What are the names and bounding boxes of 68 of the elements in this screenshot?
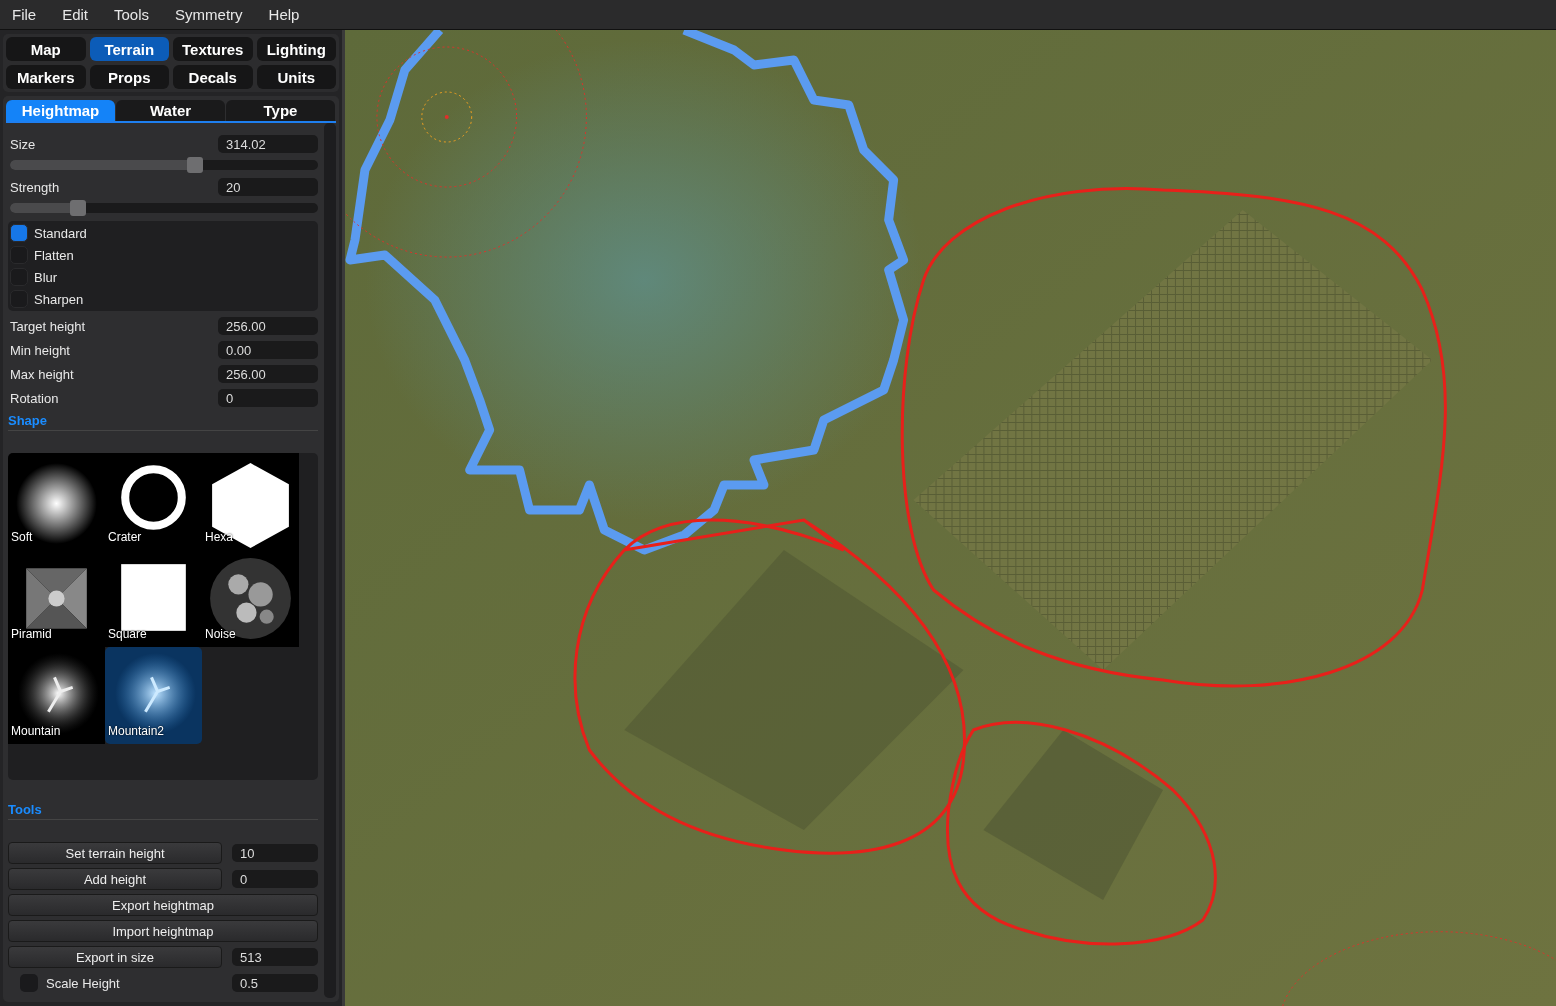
tool-button[interactable]: Export in size — [8, 946, 222, 969]
brush-tile[interactable]: Crater — [105, 453, 202, 550]
brush-label: Crater — [108, 530, 142, 544]
brush-tile[interactable]: Square — [105, 550, 202, 647]
sub-tab[interactable]: Water — [116, 100, 225, 121]
input-field[interactable]: 256.00 — [218, 365, 318, 383]
pyramid-brush-icon — [26, 568, 87, 629]
brush-label: Soft — [11, 530, 33, 544]
field-label: Size — [9, 136, 36, 152]
menu-item[interactable]: Help — [268, 6, 300, 23]
tool-button[interactable]: Set terrain height — [8, 842, 222, 865]
terrain-map-view[interactable] — [345, 30, 1556, 1006]
field-label: Rotation — [9, 390, 59, 406]
brush-tile[interactable]: Mountain — [8, 647, 105, 744]
radio-label[interactable]: Sharpen — [34, 291, 84, 307]
brush-label: Mountain — [11, 724, 61, 738]
slider-thumb[interactable] — [186, 157, 203, 173]
square-brush-icon — [121, 564, 186, 631]
tool-button[interactable]: Import heightmap — [8, 920, 318, 943]
radio-label[interactable]: Flatten — [34, 247, 74, 263]
input-field[interactable]: 314.02 — [218, 135, 318, 153]
editor-tab[interactable]: Lighting — [256, 37, 336, 61]
editor-tab[interactable]: Decals — [173, 65, 253, 89]
input-field[interactable]: 0 — [232, 870, 318, 889]
slider-track[interactable] — [10, 203, 318, 213]
input-field[interactable]: 10 — [232, 844, 318, 863]
editor-tab[interactable]: Props — [89, 65, 169, 89]
sub-tab[interactable]: Type — [226, 100, 335, 121]
slider-thumb[interactable] — [69, 200, 86, 216]
sub-tab[interactable]: Heightmap — [6, 100, 115, 121]
menu-item[interactable]: Symmetry — [175, 6, 243, 23]
editor-tab[interactable]: Terrain — [89, 37, 169, 61]
tool-button[interactable]: Add height — [8, 868, 222, 891]
input-field[interactable]: 0 — [218, 389, 318, 407]
tool-button[interactable]: Export heightmap — [8, 894, 318, 917]
radio-label[interactable]: Standard — [34, 225, 87, 241]
brush-tile[interactable]: Piramid — [8, 550, 105, 647]
section-title: Shape — [8, 413, 318, 431]
brush-label: Mountain2 — [108, 724, 165, 738]
input-field[interactable]: 513 — [232, 948, 318, 967]
brush-label: Piramid — [11, 627, 52, 641]
editor-tab[interactable]: Units — [256, 65, 336, 89]
input-field[interactable]: 256.00 — [218, 317, 318, 335]
editor-tab[interactable]: Map — [6, 37, 86, 61]
field-label: Target height — [9, 318, 86, 334]
field-label: Max height — [9, 366, 74, 382]
radio-button[interactable] — [10, 224, 28, 242]
section-title: Tools — [8, 802, 318, 821]
input-field[interactable]: 0.00 — [218, 341, 318, 359]
menu-item[interactable]: File — [12, 6, 37, 23]
checkbox-label[interactable]: Scale Height — [46, 975, 120, 991]
field-label: Strength — [9, 179, 60, 195]
input-field[interactable]: 0.5 — [232, 974, 318, 993]
editor-tab[interactable]: Textures — [173, 37, 253, 61]
field-label: Min height — [9, 342, 70, 358]
menu-item[interactable]: Edit — [62, 6, 89, 23]
brush-tile[interactable]: Soft — [8, 453, 105, 550]
slider-track[interactable] — [10, 160, 318, 170]
menu-item[interactable]: Tools — [114, 6, 150, 23]
brush-tile[interactable]: Noise — [202, 550, 299, 647]
input-field[interactable]: 20 — [218, 178, 318, 196]
brush-tile[interactable]: Mountain2 — [105, 647, 202, 744]
ring-brush-icon — [121, 465, 186, 530]
brush-label: Square — [108, 627, 147, 641]
editor-tab[interactable]: Markers — [6, 65, 86, 89]
radio-label[interactable]: Blur — [34, 269, 58, 285]
brush-label: Noise — [205, 627, 236, 641]
scrollbar[interactable] — [324, 123, 336, 998]
